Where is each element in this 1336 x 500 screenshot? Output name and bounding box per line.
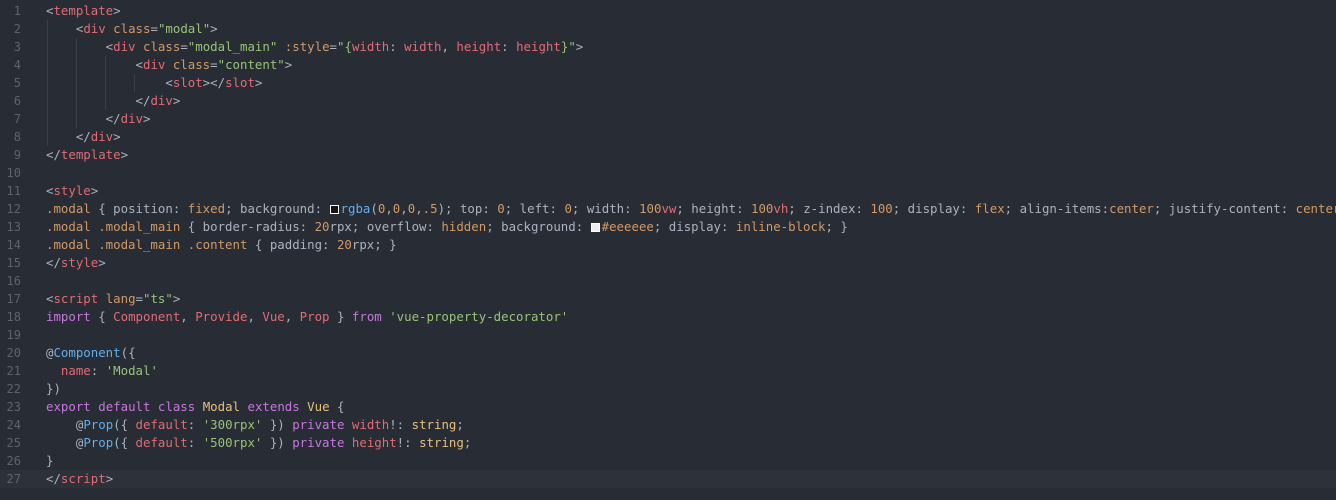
line-number: 5 <box>13 76 21 90</box>
code-line-5[interactable]: 5 <slot></slot> <box>0 74 1336 92</box>
code-line-4[interactable]: 4 <div class="content"> <box>0 56 1336 74</box>
line-number: 22 <box>6 382 21 396</box>
code-line-13[interactable]: 13 .modal .modal_main { border-radius: 20… <box>0 218 1336 236</box>
line-code: </div> <box>46 93 181 108</box>
code-line-11[interactable]: 11 <style> <box>0 182 1336 200</box>
code-line-8[interactable]: 8 </div> <box>0 128 1336 146</box>
line-code: <script lang="ts"> <box>46 291 181 306</box>
line-number: 19 <box>6 328 21 342</box>
line-code: } <box>46 453 54 468</box>
line-number: 7 <box>13 112 21 126</box>
line-number: 25 <box>6 436 21 450</box>
color-swatch-icon[interactable] <box>590 223 600 232</box>
line-number: 8 <box>13 130 21 144</box>
line-code: </div> <box>46 129 121 144</box>
line-number: 26 <box>6 454 21 468</box>
line-number: 12 <box>6 202 21 216</box>
line-number: 4 <box>13 58 21 72</box>
line-code: .modal { position: fixed; background: rg… <box>46 201 1336 216</box>
line-code: </template> <box>46 147 129 162</box>
line-code: <div class="content"> <box>46 57 293 72</box>
code-line-21[interactable]: 21 name: 'Modal' <box>0 362 1336 380</box>
line-number: 9 <box>13 148 21 162</box>
line-code: </script> <box>46 471 114 486</box>
line-code: <div class="modal"> <box>46 21 218 36</box>
line-code: <slot></slot> <box>46 75 263 90</box>
code-line-7[interactable]: 7 </div> <box>0 110 1336 128</box>
code-line-22[interactable]: 22}) <box>0 380 1336 398</box>
line-code: name: 'Modal' <box>46 363 158 378</box>
line-number: 20 <box>6 346 21 360</box>
line-code: import { Component, Provide, Vue, Prop }… <box>46 309 569 324</box>
code-line-19[interactable]: 19 <box>0 326 1336 344</box>
line-code: <style> <box>46 183 99 198</box>
code-line-17[interactable]: 17 <script lang="ts"> <box>0 290 1336 308</box>
line-number: 14 <box>6 238 21 252</box>
line-code: </div> <box>46 111 151 126</box>
line-code: }) <box>46 381 61 396</box>
indent-guide <box>76 38 77 128</box>
code-line-26[interactable]: 26} <box>0 452 1336 470</box>
line-number: 18 <box>6 310 21 324</box>
line-number: 27 <box>6 472 21 486</box>
line-number: 2 <box>13 22 21 36</box>
code-line-9[interactable]: 9 </template> <box>0 146 1336 164</box>
code-line-3[interactable]: 3 <div class="modal_main" :style="{width… <box>0 38 1336 56</box>
line-number: 21 <box>6 364 21 378</box>
line-code: </style> <box>46 255 106 270</box>
line-number: 23 <box>6 400 21 414</box>
code-line-16[interactable]: 16 <box>0 272 1336 290</box>
line-number: 24 <box>6 418 21 432</box>
color-swatch-icon[interactable] <box>329 205 339 214</box>
line-number: 6 <box>13 94 21 108</box>
line-number: 17 <box>6 292 21 306</box>
line-number: 10 <box>6 166 21 180</box>
code-line-25[interactable]: 25 @Prop({ default: '500rpx' }) private … <box>0 434 1336 452</box>
line-code: .modal .modal_main { border-radius: 20rp… <box>46 219 848 234</box>
line-code: @Component({ <box>46 345 136 360</box>
code-line-15[interactable]: 15 </style> <box>0 254 1336 272</box>
line-number: 16 <box>6 274 21 288</box>
code-editor[interactable]: 1 <template> 2 <div class="modal"> 3 <div c… <box>0 0 1336 500</box>
line-code: <div class="modal_main" :style="{width: … <box>46 39 584 54</box>
code-line-24[interactable]: 24 @Prop({ default: '300rpx' }) private … <box>0 416 1336 434</box>
indent-guide <box>105 56 106 110</box>
code-line-12[interactable]: 12 .modal { position: fixed; background: … <box>0 200 1336 218</box>
line-code: @Prop({ default: '300rpx' }) private wid… <box>46 417 464 432</box>
line-code: <template> <box>46 3 121 18</box>
code-line-10[interactable]: 10 <box>0 164 1336 182</box>
line-code: @Prop({ default: '500rpx' }) private hei… <box>46 435 472 450</box>
line-number: 13 <box>6 220 21 234</box>
code-line-27[interactable]: 27 </script> <box>0 470 1336 488</box>
code-line-14[interactable]: 14 .modal .modal_main .content { padding:… <box>0 236 1336 254</box>
indent-guide <box>47 20 48 146</box>
code-line-18[interactable]: 18 import { Component, Provide, Vue, Prop… <box>0 308 1336 326</box>
line-number: 1 <box>13 4 21 18</box>
line-code: .modal .modal_main .content { padding: 2… <box>46 237 397 252</box>
code-line-20[interactable]: 20 @Component({ <box>0 344 1336 362</box>
code-line-1[interactable]: 1 <template> <box>0 2 1336 20</box>
indent-guide <box>134 74 135 92</box>
line-number: 3 <box>13 40 21 54</box>
line-number: 11 <box>6 184 21 198</box>
code-line-23[interactable]: 23 export default class Modal extends Vue… <box>0 398 1336 416</box>
line-code: export default class Modal extends Vue { <box>46 399 345 414</box>
line-number: 15 <box>6 256 21 270</box>
code-line-6[interactable]: 6 </div> <box>0 92 1336 110</box>
code-line-2[interactable]: 2 <div class="modal"> <box>0 20 1336 38</box>
